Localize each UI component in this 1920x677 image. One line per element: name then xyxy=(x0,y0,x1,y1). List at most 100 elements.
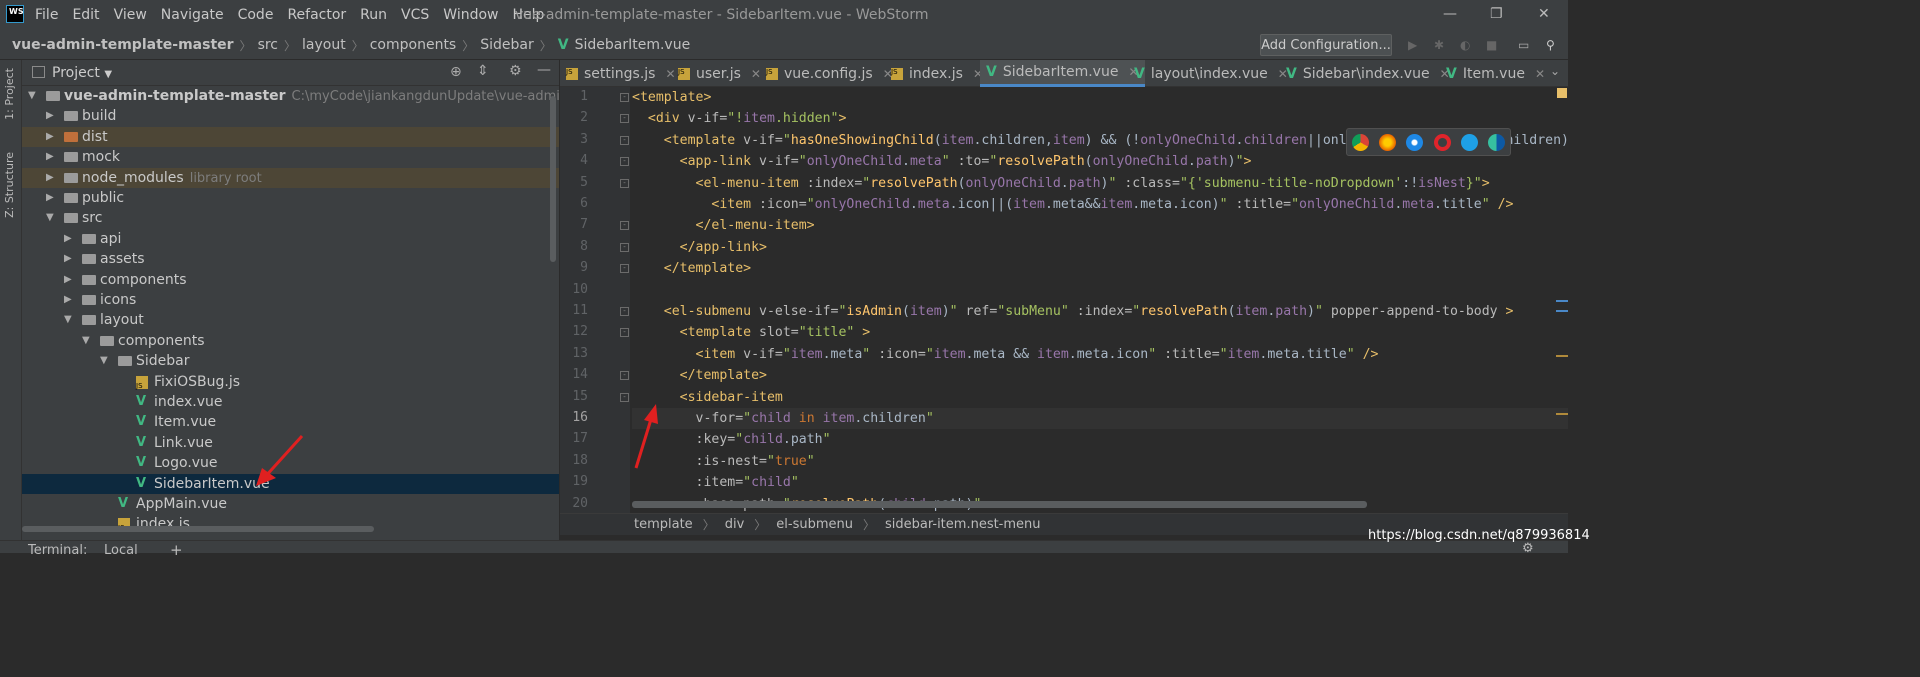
close-tab-icon[interactable]: ✕ xyxy=(1535,67,1545,81)
code-line[interactable]: :item="child" xyxy=(632,472,799,493)
debug-icon[interactable]: ✱ xyxy=(1434,38,1448,52)
tree-item[interactable]: ▼ vue-admin-template-master C:\myCode\jian… xyxy=(22,86,632,106)
locate-icon[interactable]: ⊕ xyxy=(450,64,462,80)
menu-item-code[interactable]: Code xyxy=(238,7,274,23)
menu-item-navigate[interactable]: Navigate xyxy=(161,7,224,23)
safari-icon[interactable] xyxy=(1406,133,1424,151)
tree-item[interactable]: ▶ components xyxy=(22,270,559,290)
editor-tab[interactable]: V Item.vue ✕ xyxy=(1440,60,1551,87)
expand-arrow-closed-icon[interactable]: ▶ xyxy=(64,270,72,290)
menu-item-view[interactable]: View xyxy=(114,7,147,23)
code-line[interactable]: <item v-if="item.meta" :icon="item.meta … xyxy=(632,344,1379,365)
restore-icon[interactable]: ❐ xyxy=(1490,6,1503,22)
code-line[interactable]: <app-link v-if="onlyOneChild.meta" :to="… xyxy=(632,151,1252,172)
tree-item[interactable]: V AppMain.vue xyxy=(22,494,559,514)
code-line[interactable]: <template> xyxy=(632,87,711,108)
tree-item[interactable]: Vindex.vue xyxy=(22,392,559,412)
fold-marker-icon[interactable]: - xyxy=(620,307,629,316)
code-line[interactable]: <el-menu-item :index= " resolvePath(onlyOn… xyxy=(632,173,1490,194)
breadcrumb-item[interactable]: src xyxy=(258,37,278,53)
tree-item[interactable]: ▶ icons xyxy=(22,290,559,310)
minimize-icon[interactable]: — xyxy=(1443,6,1457,22)
local-session-tab[interactable]: Local xyxy=(104,543,138,558)
tree-item[interactable]: ▼ Sidebar xyxy=(22,351,559,371)
code-line[interactable]: <template slot="title" > xyxy=(632,322,871,343)
fold-marker-icon[interactable]: - xyxy=(620,221,629,231)
chrome-icon[interactable] xyxy=(1352,133,1370,151)
tree-item[interactable]: ▼ components xyxy=(22,331,559,351)
expand-arrow-open-icon[interactable]: ▼ xyxy=(64,310,72,330)
expand-arrow-open-icon[interactable]: ▼ xyxy=(100,351,108,371)
project-tool-tab[interactable]: 1: Project xyxy=(3,68,16,120)
coverage-icon[interactable]: ◐ xyxy=(1460,38,1474,52)
fold-marker-icon[interactable]: - xyxy=(620,328,629,338)
tree-item[interactable]: JS FixiOSBug.js xyxy=(22,372,559,392)
tree-item[interactable]: ▶ assets xyxy=(22,249,559,269)
expand-arrow-closed-icon[interactable]: ▶ xyxy=(46,168,54,188)
code-line[interactable]: </template> xyxy=(632,258,751,279)
fold-marker-icon[interactable]: - xyxy=(620,93,629,102)
tree-item[interactable]: ▶ build xyxy=(22,106,559,126)
error-stripe-mark[interactable] xyxy=(1556,413,1568,415)
edge-icon[interactable] xyxy=(1487,133,1505,151)
editor-tab[interactable]: JS user.js ✕ xyxy=(672,60,767,87)
hide-panel-icon[interactable]: — xyxy=(537,62,551,78)
fold-marker-icon[interactable]: - xyxy=(620,135,629,145)
error-stripe-mark[interactable] xyxy=(1556,355,1568,357)
project-scrollbar[interactable] xyxy=(550,96,556,262)
collapse-all-icon[interactable]: ⇕ xyxy=(477,63,489,79)
menu-item-vcs[interactable]: VCS xyxy=(401,7,429,23)
tree-item[interactable]: ▶ api xyxy=(22,229,559,249)
menu-item-edit[interactable]: Edit xyxy=(72,7,99,23)
breadcrumb-item[interactable]: components xyxy=(370,37,457,53)
menu-item-window[interactable]: Window xyxy=(443,7,498,23)
opera-icon[interactable] xyxy=(1433,133,1451,151)
tree-item[interactable]: ▼ src xyxy=(22,208,559,228)
project-view-dropdown[interactable]: Project ▼ xyxy=(52,65,112,81)
editor-horizontal-scrollbar[interactable] xyxy=(632,501,1367,508)
internet-explorer-icon[interactable] xyxy=(1460,133,1478,151)
code-line[interactable]: v-for="child in item.children" xyxy=(632,408,1568,429)
error-stripe-mark[interactable] xyxy=(1556,310,1568,312)
expand-arrow-open-icon[interactable]: ▼ xyxy=(46,208,54,228)
editor-tab[interactable]: V SidebarItem.vue ✕ xyxy=(980,60,1145,87)
run-icon[interactable]: ▶ xyxy=(1408,38,1422,52)
tree-item[interactable]: ▶ mock xyxy=(22,147,559,167)
project-horizontal-scrollbar[interactable] xyxy=(22,526,374,532)
breadcrumb-item[interactable]: Sidebar xyxy=(480,37,534,53)
inspection-status-icon[interactable] xyxy=(1557,88,1567,98)
code-breadcrumb-item[interactable]: div xyxy=(725,517,745,532)
structure-tool-tab[interactable]: Z: Structure xyxy=(3,152,16,218)
breadcrumb-item[interactable]: layout xyxy=(302,37,346,53)
tabs-overflow-icon[interactable]: ⌄ xyxy=(1550,64,1560,78)
expand-arrow-open-icon[interactable]: ▼ xyxy=(28,86,36,106)
menu-item-run[interactable]: Run xyxy=(360,7,387,23)
project-structure-icon[interactable]: ▭ xyxy=(1518,38,1532,52)
fold-marker-icon[interactable]: - xyxy=(620,157,629,167)
expand-arrow-closed-icon[interactable]: ▶ xyxy=(46,188,54,208)
menu-item-refactor[interactable]: Refactor xyxy=(287,7,346,23)
expand-arrow-closed-icon[interactable]: ▶ xyxy=(46,147,54,167)
expand-arrow-closed-icon[interactable]: ▶ xyxy=(46,106,54,126)
expand-arrow-closed-icon[interactable]: ▶ xyxy=(64,229,72,249)
expand-arrow-closed-icon[interactable]: ▶ xyxy=(46,127,54,147)
editor-tab[interactable]: JS vue.config.js ✕ xyxy=(760,60,899,87)
fold-marker-icon[interactable]: - xyxy=(620,371,629,381)
tree-item[interactable]: ▶ dist xyxy=(22,126,559,147)
fold-marker-icon[interactable]: - xyxy=(620,114,629,124)
fold-marker-icon[interactable]: - xyxy=(620,242,629,252)
close-icon[interactable]: ✕ xyxy=(1538,6,1550,22)
code-line[interactable]: <item :icon="onlyOneChild.meta.icon||(it… xyxy=(632,194,1513,215)
code-line[interactable]: </app-link> xyxy=(632,237,767,258)
add-configuration-button[interactable]: Add Configuration... xyxy=(1260,34,1392,56)
new-terminal-button[interactable]: + xyxy=(170,541,183,559)
breadcrumb-item[interactable]: SidebarItem.vue xyxy=(575,37,691,53)
expand-arrow-open-icon[interactable]: ▼ xyxy=(82,331,90,351)
code-line[interactable]: <el-submenu v-else-if="isAdmin(item)" re… xyxy=(632,301,1514,322)
code-breadcrumb-item[interactable]: el-submenu xyxy=(776,517,853,532)
terminal-settings-icon[interactable]: ⚙ xyxy=(1522,541,1534,556)
terminal-tab[interactable]: Terminal: xyxy=(28,543,87,558)
editor-tab[interactable]: V Sidebar\index.vue ✕ xyxy=(1280,60,1456,87)
editor-tab[interactable]: JS settings.js ✕ xyxy=(560,60,682,87)
menu-item-file[interactable]: File xyxy=(35,7,58,23)
